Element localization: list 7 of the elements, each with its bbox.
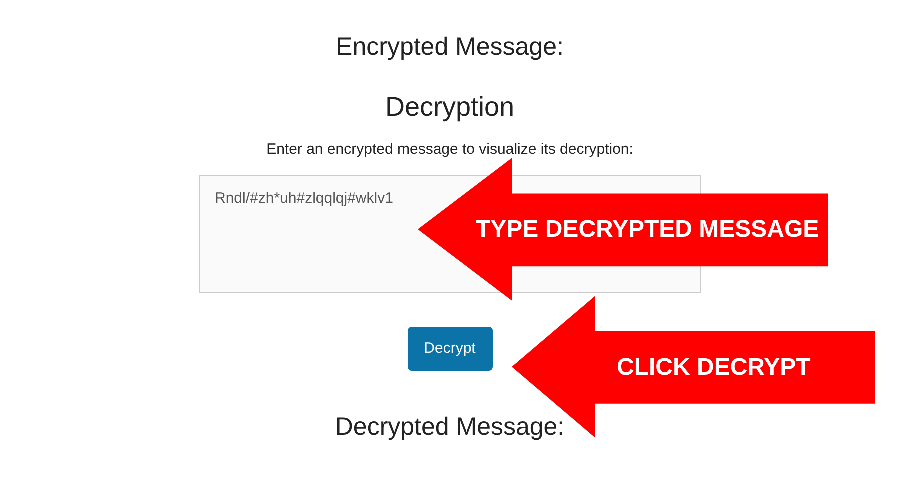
decrypt-button[interactable]: Decrypt (408, 327, 492, 371)
encrypted-heading: Encrypted Message: (336, 32, 564, 63)
callout-label: TYPE DECRYPTED MESSAGE (476, 215, 820, 245)
decrypted-heading: Decrypted Message: (335, 412, 565, 443)
callout-label: CLICK DECRYPT (617, 353, 811, 383)
decryption-title: Decryption (385, 91, 515, 124)
instruction-text: Enter an encrypted message to visualize its decryption: (266, 140, 634, 160)
